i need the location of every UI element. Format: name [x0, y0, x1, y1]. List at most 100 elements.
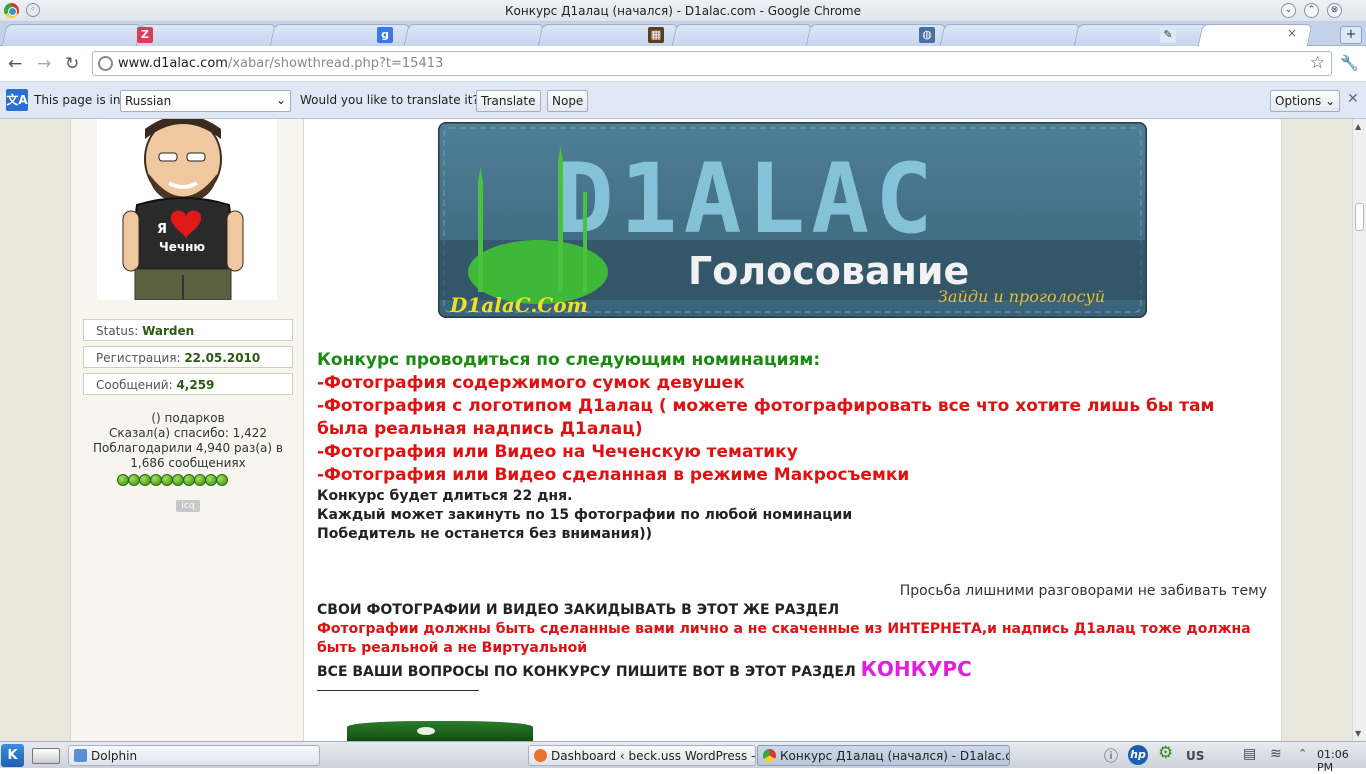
user-avatar[interactable]: Я Чечню	[97, 119, 277, 300]
globe-favicon-icon: ◍	[919, 27, 935, 43]
translate-question: Would you like to translate it?	[300, 93, 479, 107]
task-chrome[interactable]: Конкурс Д1алац (начался) - D1alac.com	[757, 745, 1010, 766]
url-host: www.d1alac.com	[118, 56, 228, 71]
page-language-label: This page is in	[34, 93, 121, 107]
close-window-button[interactable]: ⊗	[1327, 3, 1342, 18]
scroll-thumb[interactable]	[1355, 203, 1364, 231]
avatar-shirt-chechnya: Чечню	[159, 240, 205, 254]
nope-button[interactable]: Nope	[547, 90, 589, 112]
task-wordpress[interactable]: Dashboard ‹ beck.uss WordPress — W	[528, 745, 756, 766]
contest-banner-image: D1ALAC Голосование Зайди и проголосуй D1…	[438, 122, 1147, 318]
update-gear-icon[interactable]: ⚙	[1158, 743, 1173, 763]
window-title: Конкурс Д1алац (начался) - D1alac.com - …	[504, 4, 862, 18]
task-chrome-label: Конкурс Д1алац (начался) - D1alac.com	[780, 749, 1010, 763]
network-icon[interactable]: ≋	[1270, 746, 1282, 762]
tab-4[interactable]	[403, 24, 545, 46]
signature-divider	[317, 690, 479, 691]
translate-icon: 文A	[6, 89, 28, 111]
photo-limit: Каждый может закинуть по 15 фотографии п…	[317, 507, 853, 523]
registration-label: Регистрация:	[96, 351, 185, 365]
translate-infobar: 文A This page is in Russian ⌄ Would you l…	[0, 82, 1366, 119]
icq-icon[interactable]: icq	[176, 500, 200, 512]
tab-9[interactable]	[1073, 24, 1215, 46]
winner-note: Победитель не останется без внимания))	[317, 526, 653, 542]
task-dolphin[interactable]: Dolphin	[68, 745, 320, 766]
info-icon[interactable]: ⓘ	[1104, 746, 1118, 766]
banner-tagline: Зайди и проголосуй	[938, 287, 1105, 306]
tray-expand-icon[interactable]: ⌃	[1298, 747, 1307, 760]
clipboard-icon[interactable]: ▤	[1243, 746, 1256, 762]
user-stats: () подарков Сказал(а) спасибо: 1,422 Поб…	[75, 411, 301, 471]
keyboard-layout[interactable]: US	[1186, 749, 1204, 763]
url-text[interactable]: www.d1alac.com/xabar/showthread.php?t=15…	[118, 56, 443, 71]
konkurs-link[interactable]: КОНКУРС	[861, 657, 972, 681]
thanked-line-1: Поблагодарили 4,940 раз(а) в	[93, 441, 283, 455]
questions-note: ВСЕ ВАШИ ВОПРОСЫ ПО КОНКУРСУ ПИШИТЕ ВОТ …	[317, 657, 1267, 682]
reload-button[interactable]: ↻	[65, 54, 79, 74]
language-select-value: Russian	[125, 94, 172, 108]
google-favicon-icon: g	[377, 27, 393, 43]
thanked-line-2: 1,686 сообщениях	[130, 456, 246, 470]
scroll-up-icon[interactable]: ▲	[1355, 122, 1361, 131]
chrome-task-icon	[763, 749, 776, 762]
address-bar[interactable]: www.d1alac.com/xabar/showthread.php?t=15…	[92, 51, 1332, 76]
banner-subtitle: Голосование	[688, 249, 969, 293]
minimize-button[interactable]: ⌄	[1281, 3, 1296, 18]
banner-site: D1alaC.Com	[449, 293, 588, 317]
user-posts: Сообщений: 4,259	[83, 373, 293, 395]
nomination-2: -Фотография с логотипом Д1алац ( можете …	[317, 396, 1215, 439]
url-path: /xabar/showthread.php?t=15413	[227, 56, 444, 71]
posts-value: 4,259	[176, 378, 215, 392]
attached-image[interactable]	[347, 721, 533, 741]
page-info-icon[interactable]	[98, 56, 113, 71]
language-select[interactable]: Russian ⌄	[120, 90, 291, 112]
translate-button[interactable]: Translate	[476, 90, 541, 112]
close-infobar-icon[interactable]: ✕	[1347, 91, 1359, 107]
tab-close-icon[interactable]: ×	[1287, 26, 1297, 40]
clock[interactable]: 01:06 PM	[1317, 748, 1366, 774]
maximize-button[interactable]: ⌃	[1304, 3, 1319, 18]
kde-menu-button[interactable]: K	[1, 744, 24, 767]
nomination-4: -Фотография или Видео сделанная в режиме…	[317, 465, 910, 485]
browser-toolbar: ← → ↻ www.d1alac.com/xabar/showthread.ph…	[0, 46, 1366, 82]
tab-1[interactable]	[1, 24, 143, 46]
request-note: Просьба лишними разговорами не забивать …	[899, 583, 1267, 599]
questions-text: ВСЕ ВАШИ ВОПРОСЫ ПО КОНКУРСУ ПИШИТЕ ВОТ …	[317, 664, 861, 680]
user-status: Status: Warden	[83, 319, 293, 341]
chevron-down-icon: ⌄	[275, 93, 286, 107]
post-body: Конкурс проводиться по следующим номинац…	[317, 349, 1267, 691]
rule-note: Фотографии должны быть сделанные вами ли…	[317, 621, 1251, 656]
scroll-down-icon[interactable]: ▼	[1355, 729, 1361, 738]
thanks-given: Сказал(а) спасибо: 1,422	[108, 426, 268, 440]
hp-icon[interactable]: hp	[1128, 745, 1148, 765]
wrench-menu-icon[interactable]: 🔧	[1340, 54, 1359, 72]
tab-strip: Z g ▦ ◍ ✎ × +	[0, 22, 1366, 47]
options-button[interactable]: Options ⌄	[1270, 90, 1341, 112]
contest-duration: Конкурс будет длиться 22 дня.	[317, 488, 573, 504]
tab-8[interactable]	[939, 24, 1081, 46]
show-desktop-icon[interactable]	[32, 748, 60, 764]
firefox-icon	[534, 749, 547, 762]
tab-6[interactable]	[671, 24, 813, 46]
post-content-column: D1ALAC Голосование Зайди и проголосуй D1…	[304, 119, 1282, 741]
status-label: Status:	[96, 324, 143, 338]
nomination-3: -Фотография или Видео на Чеченскую темат…	[317, 442, 798, 462]
reputation-dots	[117, 471, 228, 486]
taskbar: K Dolphin Dashboard ‹ beck.uss WordPress…	[0, 741, 1366, 774]
posts-label: Сообщений:	[96, 378, 177, 392]
tab-2[interactable]	[135, 24, 277, 46]
task-wordpress-label: Dashboard ‹ beck.uss WordPress — W	[551, 749, 756, 763]
vertical-scrollbar[interactable]: ▲ ▼	[1352, 119, 1366, 741]
nominations-heading: Конкурс проводиться по следующим номинац…	[317, 350, 821, 370]
page-viewport: Я Чечню Status: Warden Регистрация: 22.0…	[0, 119, 1352, 741]
pen-favicon-icon: ✎	[1160, 27, 1176, 43]
back-button[interactable]: ←	[8, 54, 22, 74]
new-tab-button[interactable]: +	[1340, 26, 1362, 44]
reputation-dot	[216, 474, 228, 486]
forward-button[interactable]: →	[37, 54, 51, 74]
banner-logo: D1ALAC	[556, 143, 939, 255]
registration-value: 22.05.2010	[184, 351, 261, 365]
gifts-count: () подарков	[151, 411, 225, 425]
bookmark-star-icon[interactable]: ☆	[1310, 53, 1325, 73]
